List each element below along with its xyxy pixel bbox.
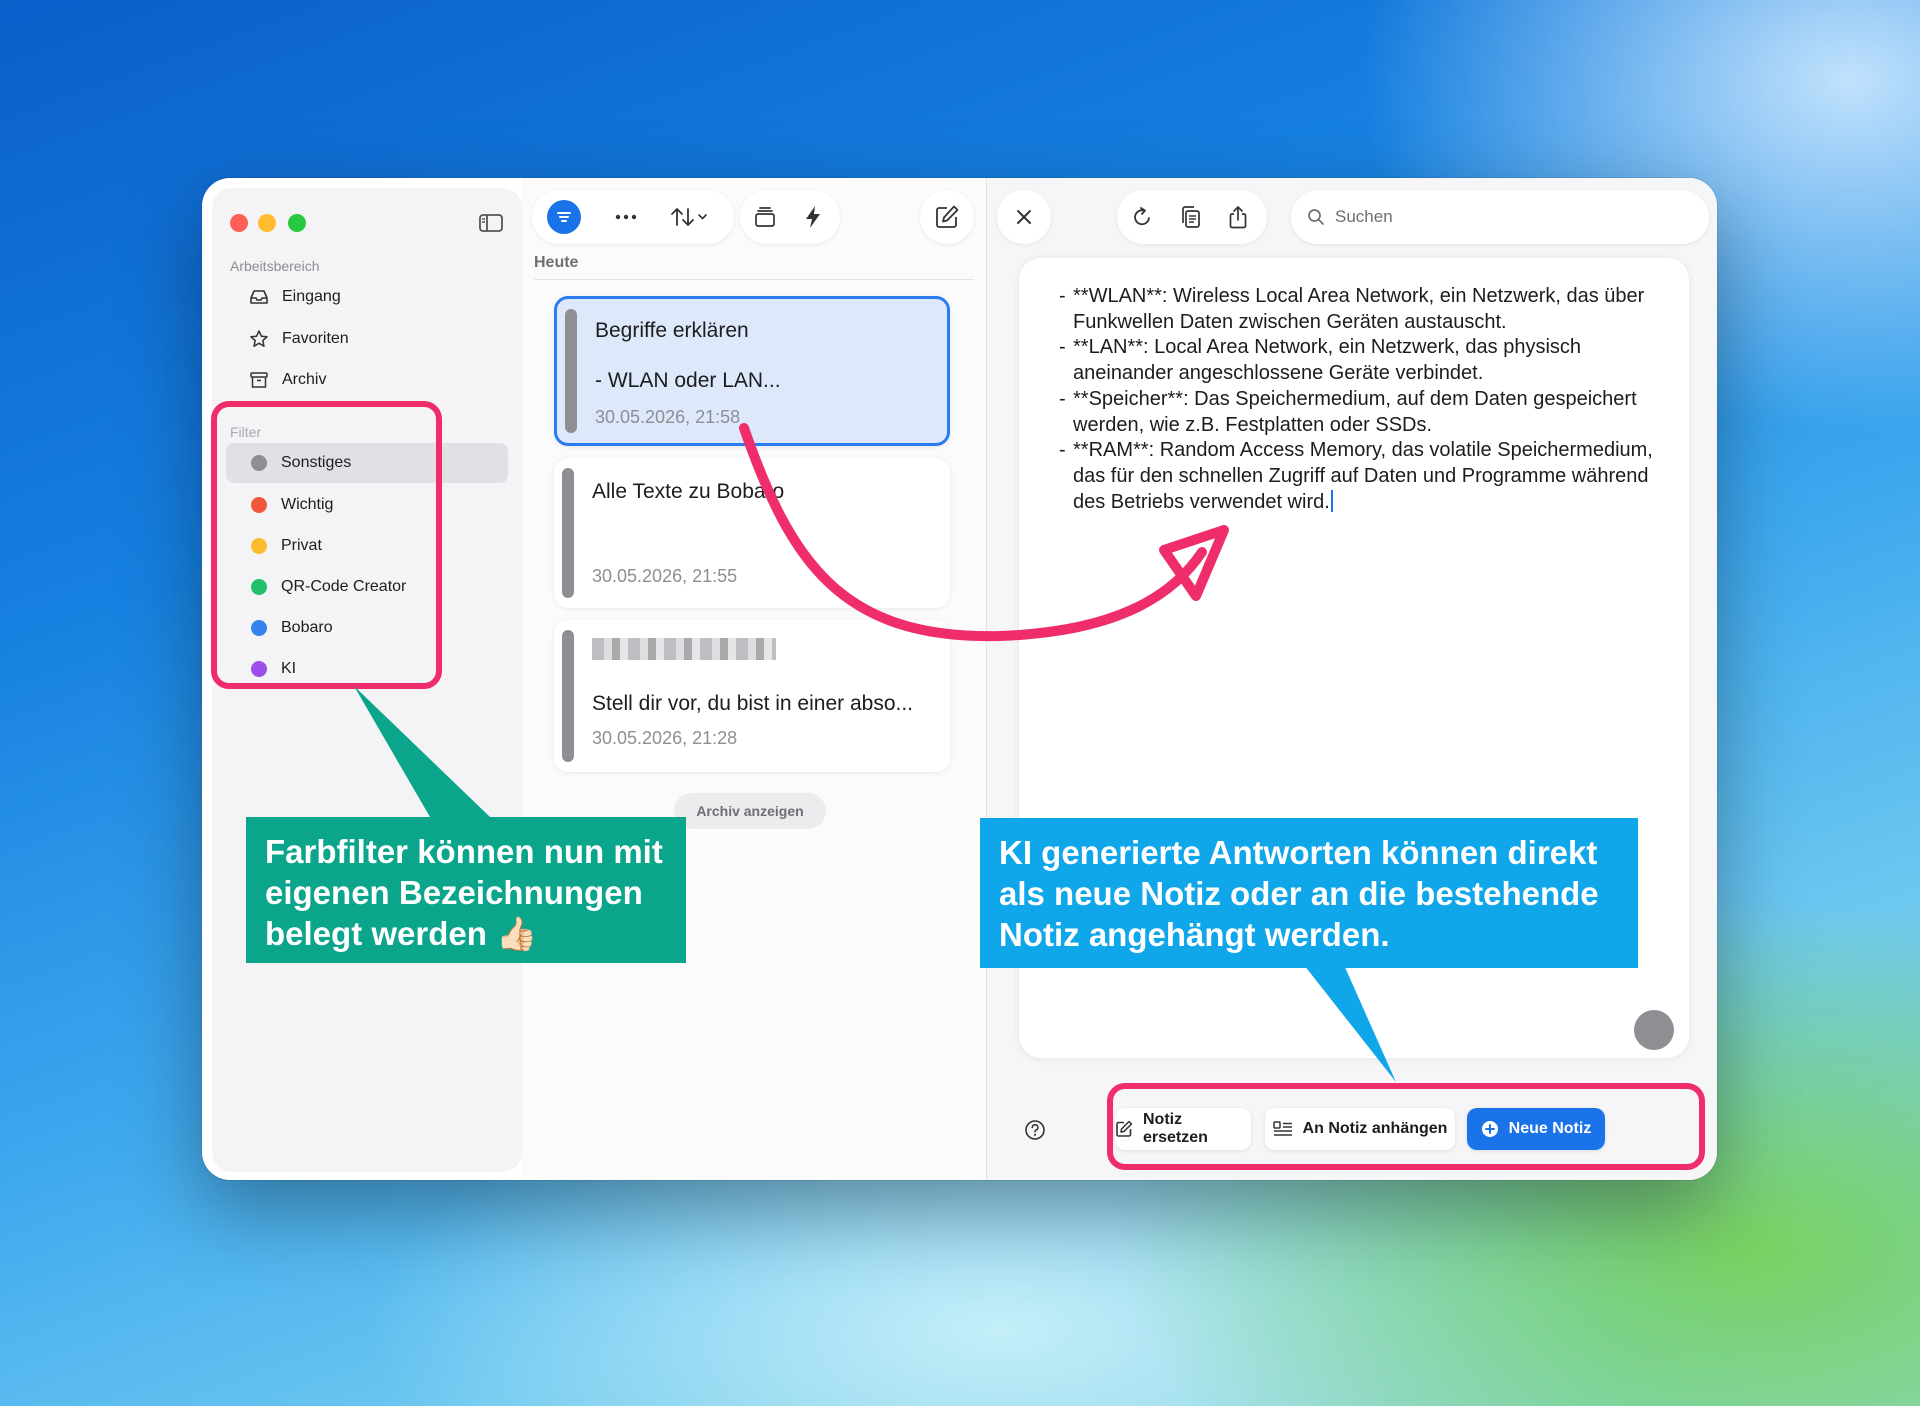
sort-button[interactable] (656, 190, 724, 244)
quick-action-button[interactable] (790, 190, 836, 244)
inbox-icon (248, 286, 270, 308)
note-list-column: Heute Begriffe erklären - WLAN oder LAN.… (522, 178, 986, 1180)
search-icon (1308, 209, 1324, 225)
list-dash: - (1059, 285, 1066, 307)
thumbs-up-emoji: 👍🏻 (496, 915, 538, 952)
editor-line-text: **WLAN**: Wireless Local Area Network, e… (1073, 285, 1645, 333)
filter-icon (547, 200, 581, 234)
note-color-bar (565, 309, 577, 433)
note-date: 30.05.2026, 21:58 (595, 407, 741, 427)
regenerate-button[interactable] (1117, 190, 1167, 244)
avatar[interactable] (1634, 1010, 1674, 1050)
text-cursor (1330, 489, 1333, 512)
note-date: 30.05.2026, 21:28 (592, 728, 738, 748)
editor-line: - **RAM**: Random Access Memory, das vola… (1059, 438, 1659, 515)
filter-button[interactable] (532, 190, 596, 244)
sidebar-item-label: Archiv (282, 371, 327, 388)
search-input[interactable] (1335, 207, 1675, 227)
lightning-icon (806, 206, 820, 228)
close-window-button[interactable] (230, 214, 248, 232)
filter-highlight-frame (211, 401, 442, 689)
archive-icon (248, 369, 270, 391)
editor-line-text: **LAN**: Local Area Network, ein Netzwer… (1073, 336, 1582, 385)
list-toolbar (532, 190, 734, 244)
callout-text: Farbfilter können nun mit eigenen Bezeic… (265, 833, 663, 952)
note-card[interactable]: Stell dir vor, du bist in einer abso... … (554, 620, 950, 772)
editor-line-text: **Speicher**: Das Speichermedium, auf de… (1073, 387, 1637, 436)
sidebar-item-label: Favoriten (282, 330, 349, 347)
refresh-icon (1134, 207, 1150, 226)
note-preview: - WLAN oder LAN... (595, 369, 781, 392)
sidebar-item-archiv[interactable]: Archiv (226, 360, 508, 400)
list-toolbar-secondary (740, 190, 840, 244)
editor-line: - **WLAN**: Wireless Local Area Network, … (1059, 284, 1659, 335)
editor-toolbar (1117, 190, 1267, 244)
list-dash: - (1059, 387, 1066, 410)
editor-line: - **Speicher**: Das Speichermedium, auf d… (1059, 387, 1659, 438)
actions-highlight-frame (1107, 1083, 1705, 1170)
filter-callout: Farbfilter können nun mit eigenen Bezeic… (246, 817, 686, 963)
help-button[interactable] (1019, 1114, 1051, 1146)
editor-pane: -**WLAN**: Wireless Local Area Network, … (987, 178, 1717, 1180)
stack-icon (755, 207, 775, 227)
search-field[interactable] (1291, 190, 1709, 244)
note-title: Alle Texte zu Bobaro (592, 480, 785, 503)
share-button[interactable] (1213, 190, 1263, 244)
sidebar-item-eingang[interactable]: Eingang (226, 277, 508, 317)
copy-icon (1182, 206, 1200, 228)
ellipsis-icon (615, 214, 637, 220)
date-section-label: Heute (534, 254, 579, 271)
sort-icon (671, 208, 707, 226)
share-icon (1229, 206, 1247, 229)
editor-line-text: **RAM**: Random Access Memory, das volat… (1073, 439, 1653, 513)
note-date: 30.05.2026, 21:55 (592, 566, 738, 586)
note-card[interactable]: Alle Texte zu Bobaro 30.05.2026, 21:55 (554, 458, 950, 608)
editor-content: - **WLAN**: Wireless Local Area Network, … (1059, 284, 1659, 515)
note-color-bar (562, 630, 574, 762)
new-note-button[interactable] (920, 190, 974, 244)
compose-icon (936, 205, 959, 228)
help-icon (1025, 1120, 1045, 1140)
stack-button[interactable] (740, 190, 790, 244)
minimize-window-button[interactable] (258, 214, 276, 232)
copy-button[interactable] (1167, 190, 1213, 244)
separator (534, 279, 974, 280)
star-icon (248, 328, 270, 350)
sidebar-toggle-icon[interactable] (478, 210, 504, 236)
blurred-note-title (592, 638, 776, 660)
show-archive-button[interactable]: Archiv anzeigen (674, 793, 826, 829)
list-dash: - (1059, 336, 1066, 359)
zoom-window-button[interactable] (288, 214, 306, 232)
editor-line: - **LAN**: Local Area Network, ein Netzwe… (1059, 335, 1659, 386)
ai-actions-callout: KI generierte Antworten können direkt al… (980, 818, 1638, 968)
note-card[interactable]: Begriffe erklären - WLAN oder LAN... 30.… (554, 296, 950, 446)
list-dash: - (1059, 439, 1066, 462)
close-icon (1017, 210, 1031, 224)
more-button[interactable] (596, 190, 656, 244)
sidebar-item-favoriten[interactable]: Favoriten (226, 319, 508, 359)
close-editor-button[interactable] (997, 190, 1051, 244)
sidebar-item-label: Eingang (282, 288, 341, 305)
note-preview: Stell dir vor, du bist in einer abso... (592, 692, 913, 715)
note-color-bar (562, 468, 574, 598)
workspace-section-label: Arbeitsbereich (230, 258, 320, 274)
note-title: Begriffe erklären (595, 319, 749, 342)
